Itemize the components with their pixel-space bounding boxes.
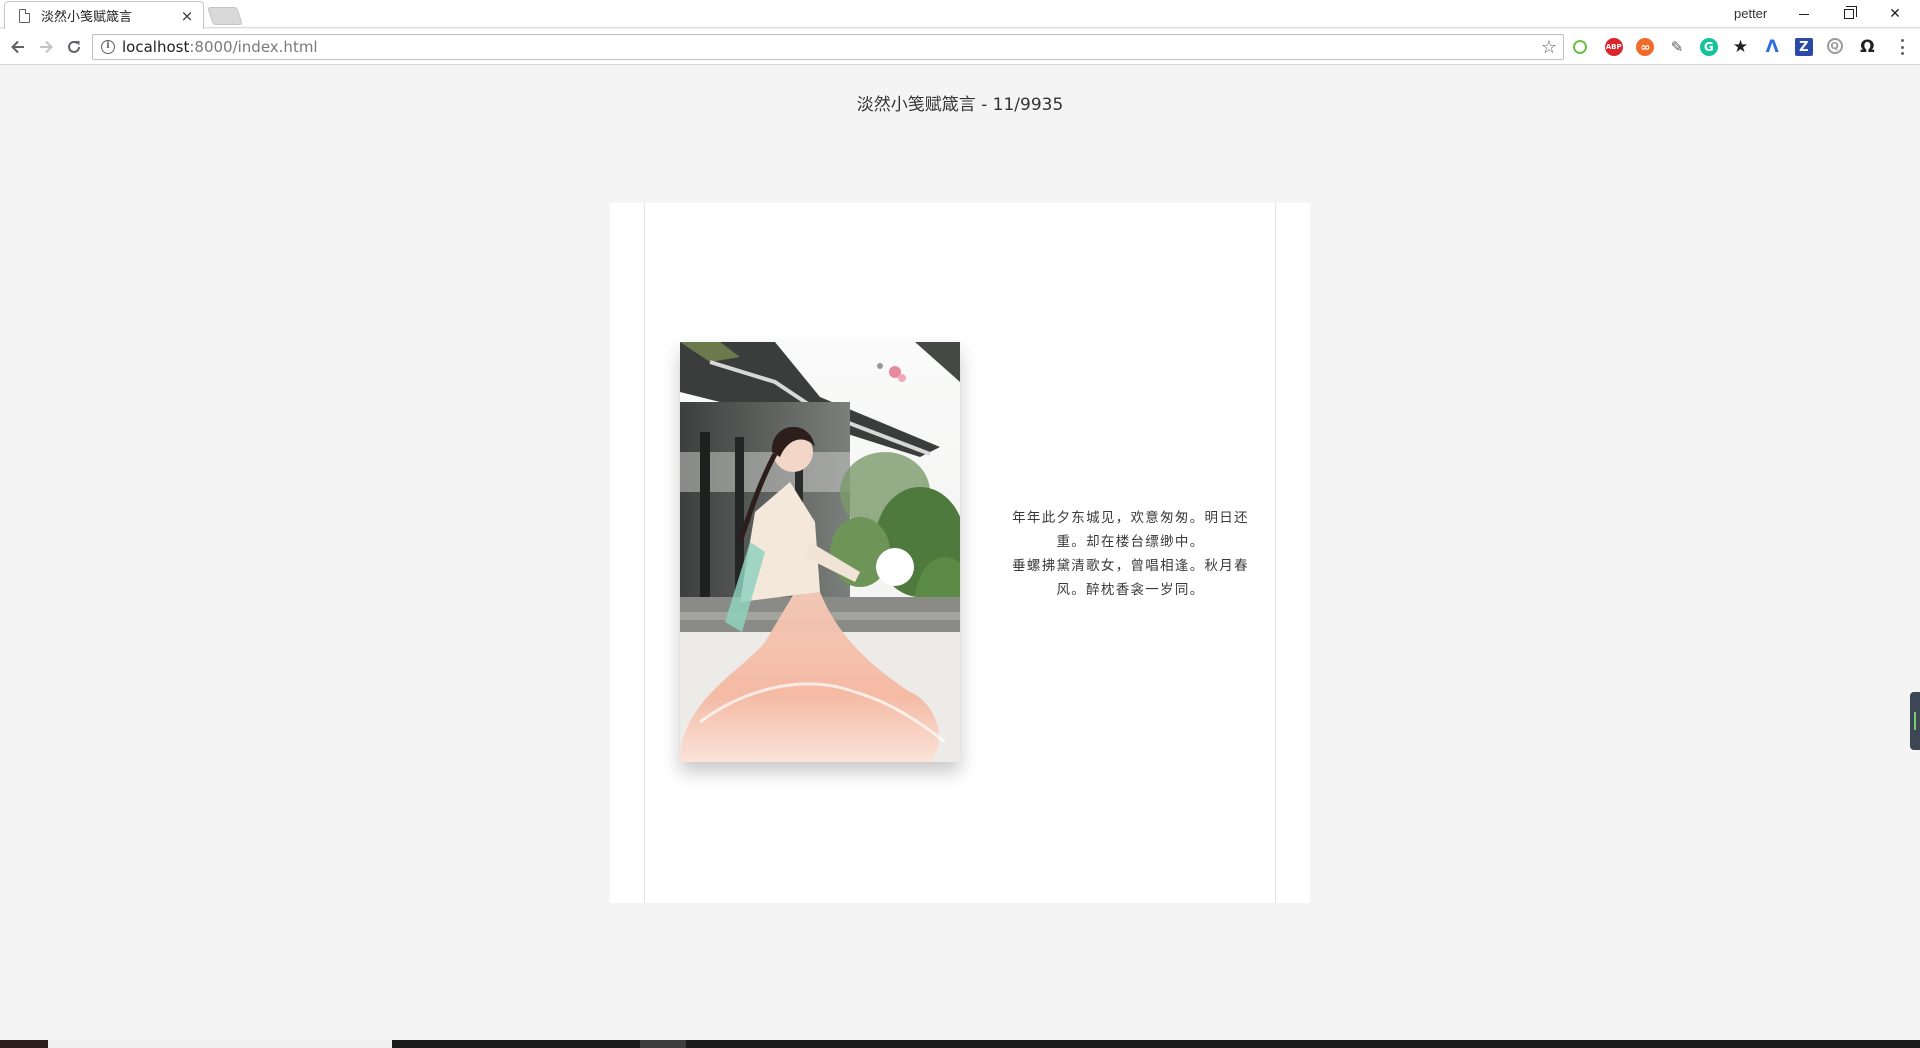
os-taskbar — [0, 1040, 1920, 1048]
evernote-icon[interactable]: ✎ — [1668, 38, 1686, 56]
close-icon: ✕ — [1889, 6, 1901, 22]
page-icon — [19, 8, 30, 23]
bookmark-star-icon[interactable]: ★ — [1732, 37, 1750, 57]
photo-illustration — [680, 342, 960, 762]
poem-card: 年年此夕东城见，欢意匆匆。明日还重。却在楼台缥缈中。 垂螺拂黛清歌女，曾唱相逢。… — [610, 203, 1310, 903]
card-divider-right — [1275, 203, 1276, 903]
poem-text: 年年此夕东城见，欢意匆匆。明日还重。却在楼台缥缈中。 垂螺拂黛清歌女，曾唱相逢。… — [1008, 506, 1253, 602]
minimize-button[interactable] — [1781, 0, 1827, 28]
github-icon[interactable]: Ω — [1858, 37, 1876, 57]
tab-title: 淡然小笺赋箴言 — [41, 10, 133, 25]
lambda-icon[interactable]: Λ — [1763, 37, 1781, 57]
bookmark-star-icon[interactable]: ☆ — [1541, 37, 1557, 58]
tab-close-icon[interactable]: × — [179, 8, 195, 24]
back-button[interactable] — [6, 35, 30, 59]
browser-tab[interactable]: 淡然小笺赋箴言 × — [4, 1, 204, 29]
adblock-icon[interactable]: ABP — [1604, 38, 1623, 56]
menu-dot — [1900, 45, 1904, 49]
site-info-icon[interactable]: i — [101, 40, 115, 54]
side-panel-handle[interactable] — [1910, 692, 1920, 750]
restore-icon — [1844, 6, 1857, 19]
poem-line-2: 垂螺拂黛清歌女，曾唱相逢。秋月春风。醉枕香衾一岁同。 — [1012, 558, 1249, 598]
poem-line-1: 年年此夕东城见，欢意匆匆。明日还重。却在楼台缥缈中。 — [1012, 510, 1249, 550]
hanfu-photo — [680, 342, 960, 762]
url-host: localhost — [122, 38, 190, 56]
green-leaf-icon[interactable] — [1573, 40, 1587, 54]
menu-dot — [1900, 39, 1904, 42]
taskbar-search[interactable] — [48, 1040, 392, 1048]
zotero-icon[interactable]: Z — [1794, 38, 1813, 56]
forward-button[interactable] — [34, 35, 58, 59]
page-title: 淡然小笺赋箴言 - 11/9935 — [856, 95, 1064, 115]
infinity-icon[interactable]: ∞ — [1636, 38, 1655, 56]
address-bar[interactable]: i localhost:8000/index.html ☆ — [92, 34, 1564, 60]
close-window-button[interactable]: ✕ — [1872, 0, 1918, 28]
forward-arrow-icon — [40, 40, 53, 54]
url-path: :8000/index.html — [189, 38, 318, 56]
reload-button[interactable] — [62, 35, 86, 59]
grammarly-icon[interactable]: G — [1699, 38, 1718, 56]
menu-dot — [1900, 52, 1904, 55]
browser-toolbar: i localhost:8000/index.html ☆ ABP ∞ ✎ G ★ Λ Z Q… — [0, 29, 1920, 65]
restore-button[interactable] — [1826, 0, 1872, 28]
card-divider-left — [644, 203, 645, 903]
url-text[interactable]: localhost:8000/index.html — [122, 38, 318, 56]
back-arrow-icon — [11, 40, 24, 54]
taskbar-app[interactable] — [640, 1040, 686, 1048]
minimize-icon — [1799, 13, 1809, 15]
search-ext-icon[interactable]: Q — [1826, 38, 1843, 54]
reload-icon — [68, 40, 80, 53]
start-area[interactable] — [0, 1040, 48, 1048]
profile-name[interactable]: petter — [1734, 6, 1767, 21]
new-tab-button[interactable] — [207, 7, 243, 25]
title-bar: 淡然小笺赋箴言 × petter ✕ — [0, 0, 1920, 29]
browser-menu-button[interactable] — [1896, 37, 1908, 57]
